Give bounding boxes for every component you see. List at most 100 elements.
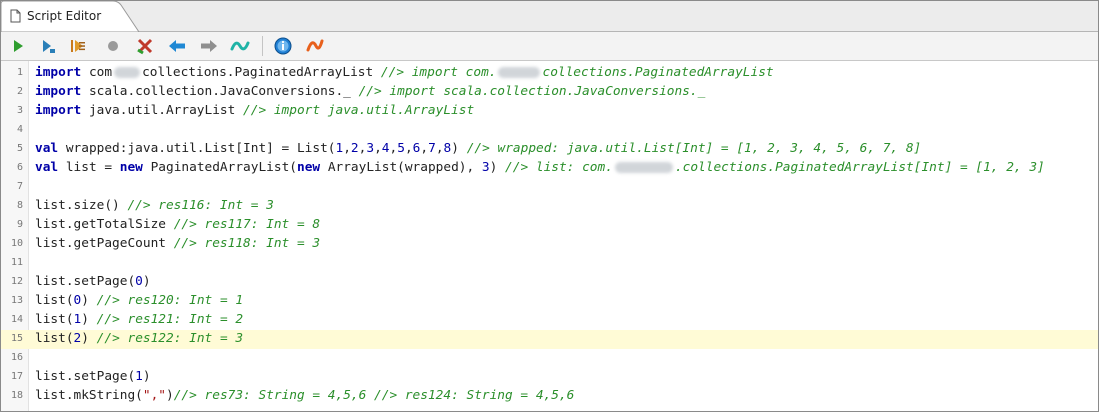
number-token: 3 [481,160,490,175]
comment-token: //> res118: Int = 3 [173,236,321,251]
line-number: 1 [16,67,23,78]
code-token: , [343,141,351,156]
code-token: ) [81,293,97,308]
comment-token: //> import scala.collection.JavaConversi… [358,84,706,99]
format-button[interactable] [230,36,250,56]
number-token: 5 [397,141,405,156]
keyword-token: new [119,160,143,175]
line-number: 10 [10,238,23,249]
code-line[interactable]: 12 list.setPage(0) [1,273,1098,292]
code-line[interactable]: 8 list.size() //> res116: Int = 3 [1,197,1098,216]
back-button[interactable] [167,36,187,56]
line-number: 2 [16,86,23,97]
info-button[interactable] [273,36,293,56]
code-token: ) [142,369,151,384]
string-token: "," [142,388,166,403]
run-lines-icon [71,40,85,52]
keyword-token: import [35,84,82,99]
line-number: 3 [16,105,23,116]
redacted-text [114,67,141,78]
number-token: 0 [135,274,143,289]
code-text: list.getPageCount //> res118: Int = 3 [35,236,320,251]
comment-token: //> res116: Int = 3 [127,198,274,213]
code-token: , [374,141,382,156]
toolbar [1,32,1098,61]
code-token: wrapped:java.util.List[Int] = List( [58,141,336,156]
clear-button[interactable] [135,36,155,56]
code-token: list.mkString( [35,388,143,403]
code-line[interactable]: 5 val wrapped:java.util.List[Int] = List(… [1,140,1098,159]
code-text: list.getTotalSize //> res117: Int = 8 [35,217,320,232]
comment-token: //> res73: String = 4,5,6 //> res124: St… [173,388,575,403]
code-text: list.size() //> res116: Int = 3 [35,198,274,213]
code-line[interactable]: 11 [1,254,1098,273]
arrow-left-icon [169,40,185,52]
tab-bar: Script Editor [1,1,1098,32]
document-icon [10,9,21,23]
code-token: ) [451,141,467,156]
code-line[interactable]: 10 list.getPageCount //> res118: Int = 3 [1,235,1098,254]
code-line[interactable]: 4 [1,121,1098,140]
wave-teal-icon [230,41,250,51]
code-text: val wrapped:java.util.List[Int] = List(1… [35,141,921,156]
code-text: val list = new PaginatedArrayList(new Ar… [35,160,1045,175]
line-number: 7 [16,181,23,192]
code-line[interactable]: 2 import scala.collection.JavaConversions… [1,83,1098,102]
comment-token: //> wrapped: java.util.List[Int] = [1, 2… [466,141,922,156]
step-run-icon [43,40,55,53]
line-number: 17 [10,371,23,382]
tab-label: Script Editor [27,9,102,23]
code-text: list.mkString(",")//> res73: String = 4,… [35,388,574,403]
code-token: PaginatedArrayList( [142,160,297,175]
code-line[interactable]: 14 list(1) //> res121: Int = 2 [1,311,1098,330]
code-token: ) [489,160,506,175]
code-token: ArrayList(wrapped), [320,160,482,175]
line-number: 14 [10,314,23,325]
code-line[interactable]: 17 list.setPage(1) [1,368,1098,387]
code-token: list.getPageCount [35,236,174,251]
code-text: list(0) //> res120: Int = 1 [35,293,243,308]
line-number: 13 [10,295,23,306]
code-token: , [420,141,429,156]
comment-token: //> import java.util.ArrayList [243,103,475,118]
code-token: ) [81,331,97,346]
code-token: list.setPage( [35,369,136,384]
code-token: list.size() [35,198,128,213]
code-line[interactable]: 16 [1,349,1098,368]
run-button[interactable] [8,36,28,56]
forward-button[interactable] [199,36,219,56]
code-line[interactable]: 18 list.mkString(",")//> res73: String = … [1,387,1098,406]
code-line[interactable]: 6 val list = new PaginatedArrayList(new A… [1,159,1098,178]
clear-icon [137,38,153,55]
line-number: 15 [10,333,23,344]
line-number: 12 [10,276,23,287]
code-line[interactable]: 15 list(2) //> res122: Int = 3 [1,330,1098,349]
line-number: 5 [16,143,23,154]
code-line[interactable]: 9 list.getTotalSize //> res117: Int = 8 [1,216,1098,235]
redacted-text [614,162,673,173]
code-token: ) [166,388,174,403]
record-stop-icon [108,41,118,51]
code-line[interactable]: 7 [1,178,1098,197]
scala-button[interactable] [305,36,325,56]
code-line[interactable]: 3 import java.util.ArrayList //> import j… [1,102,1098,121]
keyword-token: import [35,103,82,118]
code-text: list(1) //> res121: Int = 2 [35,312,243,327]
code-text: import com collections.PaginatedArrayList… [35,65,774,80]
code-line[interactable]: 1 import com collections.PaginatedArrayLis… [1,64,1098,83]
info-icon [274,37,292,55]
code-token: list( [35,312,74,327]
script-editor-window: Script Editor 1 import com collections.P… [0,0,1099,412]
code-editor[interactable]: 1 import com collections.PaginatedArrayLis… [1,61,1098,411]
step-button[interactable] [38,36,58,56]
keyword-token: val [35,141,59,156]
redacted-text [498,67,541,78]
number-token: 7 [428,141,436,156]
stop-button[interactable] [103,36,123,56]
toolbar-separator [262,36,263,56]
line-number: 16 [10,352,23,363]
code-line[interactable]: 13 list(0) //> res120: Int = 1 [1,292,1098,311]
code-token: list.getTotalSize [35,217,174,232]
comment-token: //> res121: Int = 2 [96,312,244,327]
run-to-cursor-button[interactable] [68,36,88,56]
